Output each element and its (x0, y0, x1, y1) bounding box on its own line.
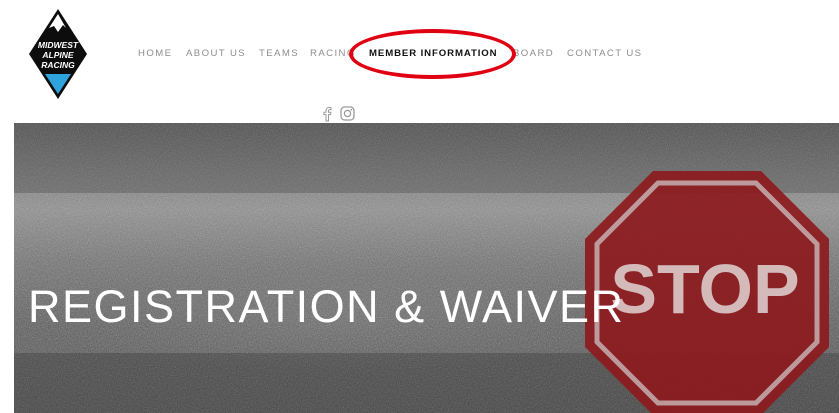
site-header: MIDWEST ALPINE RACING HOME ABOUT US TEAM… (0, 0, 839, 123)
nav-item-home[interactable]: HOME (138, 47, 172, 61)
instagram-icon[interactable] (340, 106, 355, 121)
facebook-icon[interactable] (322, 106, 332, 122)
nav-item-board[interactable]: BOARD (513, 47, 554, 61)
highlight-annotation-ring (349, 29, 516, 79)
svg-text:STOP: STOP (610, 250, 799, 328)
hero-banner: STOP REGISTRATION & WAIVER (14, 123, 839, 413)
nav-item-teams[interactable]: TEAMS (259, 47, 299, 61)
page-title: REGISTRATION & WAIVER (28, 281, 625, 333)
midwest-alpine-racing-logo[interactable]: MIDWEST ALPINE RACING (28, 8, 88, 100)
nav-item-contact-us[interactable]: CONTACT US (567, 47, 642, 61)
svg-text:ALPINE: ALPINE (41, 50, 74, 60)
nav-item-about-us[interactable]: ABOUT US (186, 47, 246, 61)
svg-text:RACING: RACING (41, 60, 75, 70)
svg-text:MIDWEST: MIDWEST (38, 40, 79, 50)
